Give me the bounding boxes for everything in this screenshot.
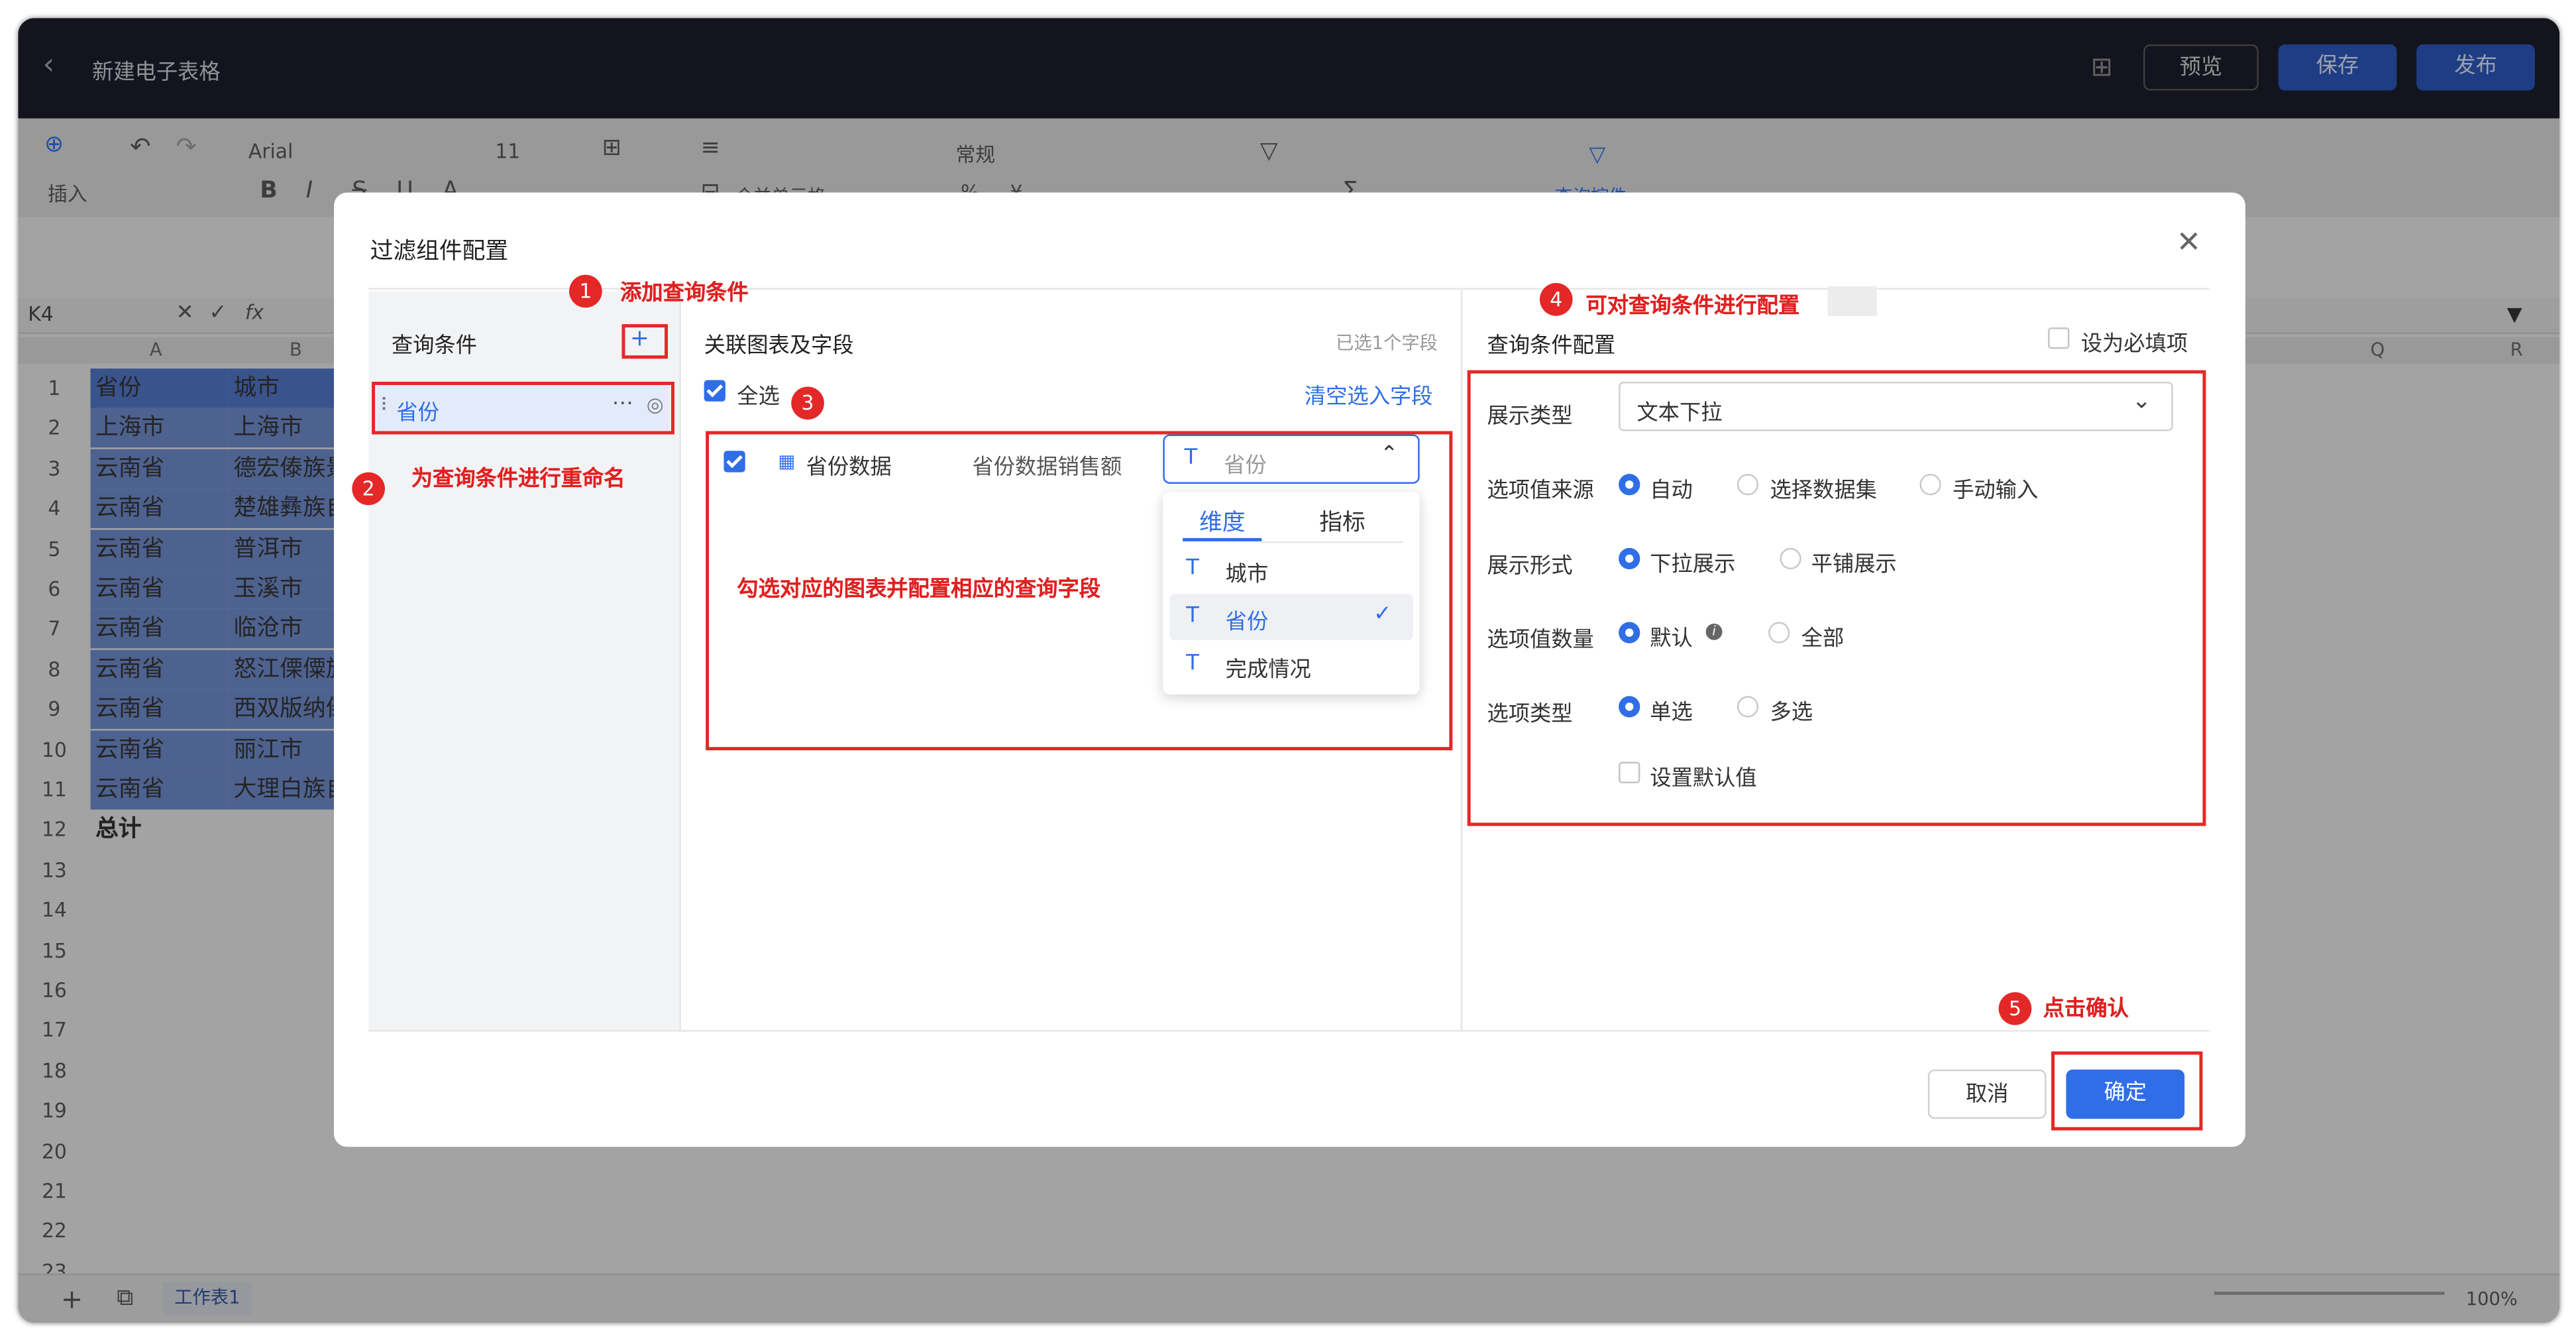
annotation-badge-5: 5 xyxy=(1998,992,2032,1025)
filter-config-dialog: 过滤组件配置 ✕ 查询条件 + ⠇ 省份 ⋯ ◎ 关联图表及字段 已选1个字段 … xyxy=(334,192,2246,1147)
select-all-checkbox[interactable] xyxy=(704,380,725,402)
select-all-label[interactable]: 全选 xyxy=(737,378,780,410)
required-checkbox[interactable] xyxy=(2048,327,2070,349)
annotation-badge-2: 2 xyxy=(352,472,385,506)
linked-chart-header: 关联图表及字段 xyxy=(704,334,854,359)
required-label[interactable]: 设为必填项 xyxy=(2081,326,2188,357)
annotation-text-4: 可对查询条件进行配置 xyxy=(1585,294,1800,319)
dialog-title: 过滤组件配置 xyxy=(370,239,509,265)
annotation-box-add xyxy=(621,324,669,359)
annotation-text-1: 添加查询条件 xyxy=(620,281,749,306)
condition-config-header: 查询条件配置 xyxy=(1487,334,1616,359)
annotation-text-3: 勾选对应的图表并配置相应的查询字段 xyxy=(737,577,1101,602)
annotation-text-2: 为查询条件进行重命名 xyxy=(411,467,625,492)
condition-list-header: 查询条件 xyxy=(391,334,478,359)
annotation-text-5: 点击确认 xyxy=(2043,997,2129,1022)
annotation-badge-3: 3 xyxy=(791,386,824,420)
annotation-badge-1: 1 xyxy=(569,274,602,308)
close-icon[interactable]: ✕ xyxy=(2176,225,2201,260)
cancel-button[interactable]: 取消 xyxy=(1927,1069,2047,1119)
annotation-box-rename xyxy=(372,382,674,435)
app-window: ‹ 新建电子表格 ⊞ 预览 保存 发布 ⊕ 插入 ↶ ↷ Arial 11 B … xyxy=(18,18,2560,1323)
clear-fields-link[interactable]: 清空选入字段 xyxy=(1305,378,1433,410)
annotation-mask xyxy=(1827,286,1877,316)
annotation-badge-4: 4 xyxy=(1539,283,1573,316)
annotation-box-config xyxy=(1467,370,2206,826)
annotation-box-confirm xyxy=(2051,1051,2203,1131)
selected-count: 已选1个字段 xyxy=(1336,332,1438,354)
